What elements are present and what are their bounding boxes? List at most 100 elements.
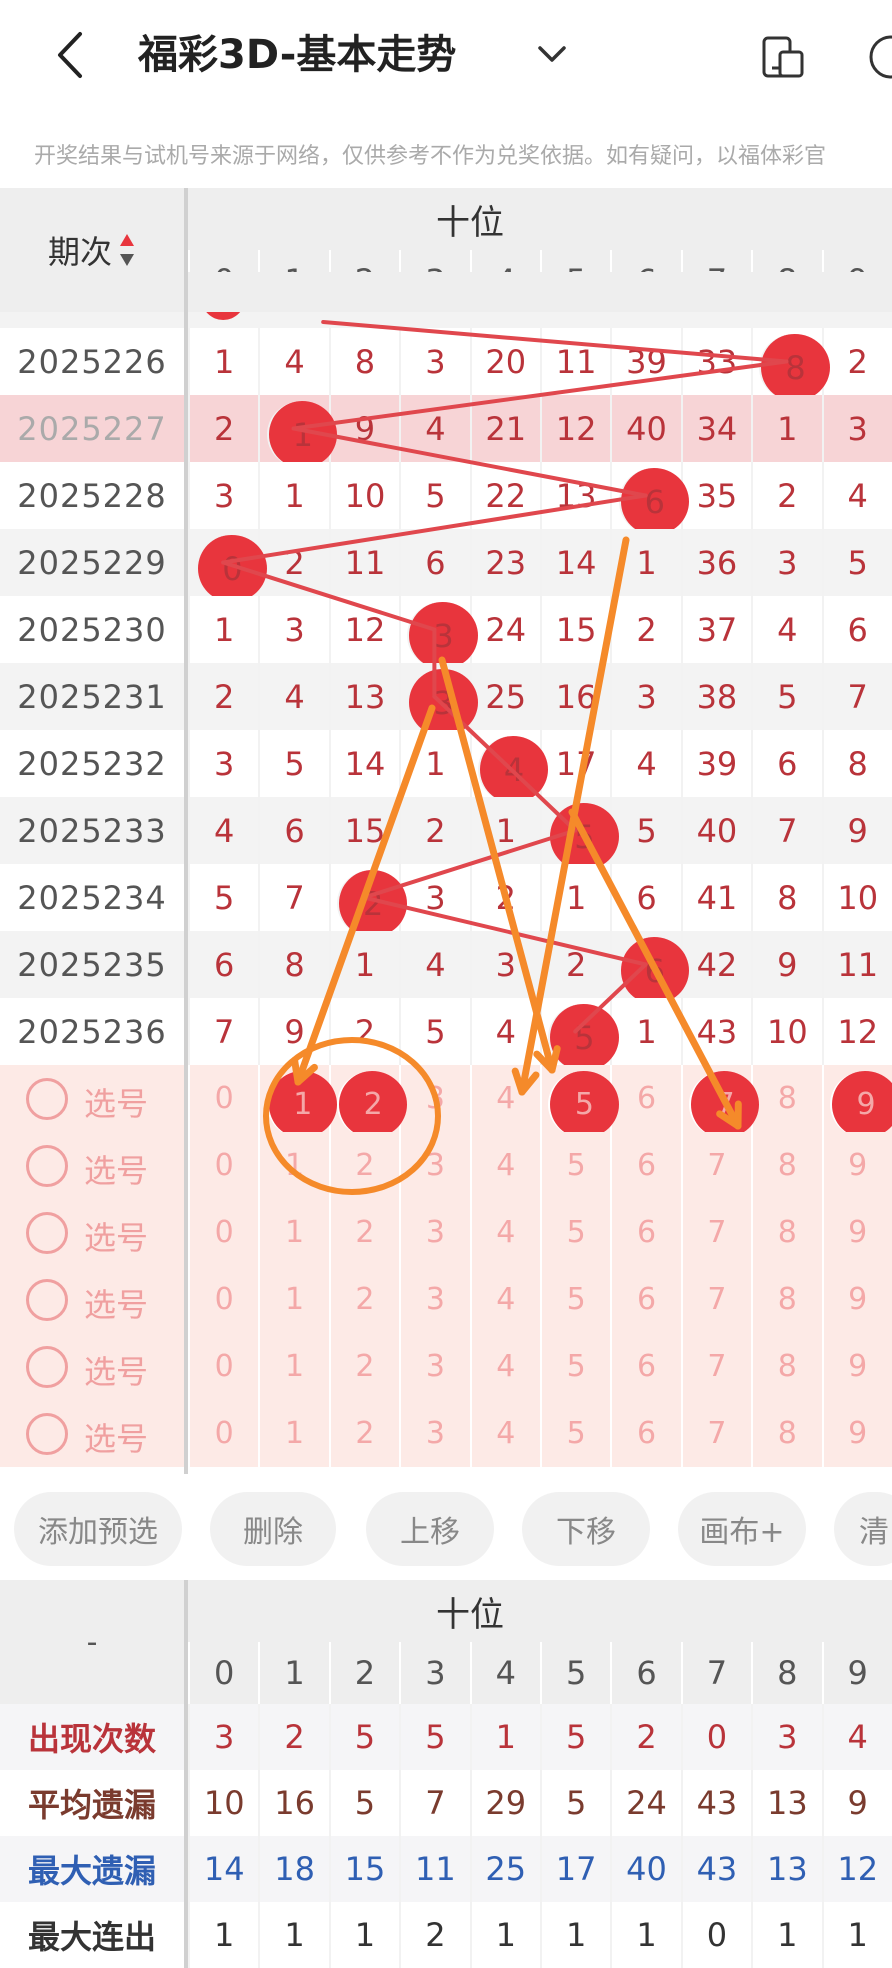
page-title[interactable]: 福彩3D-基本走势	[138, 30, 456, 80]
pick-radio[interactable]	[26, 1212, 68, 1254]
pick-cell[interactable]: 7	[680, 1199, 751, 1266]
pick-cell[interactable]: 8	[751, 1400, 821, 1467]
pick-cell[interactable]: 3	[399, 1400, 469, 1467]
selected-ball[interactable]: 2	[337, 1071, 408, 1138]
pick-cell[interactable]: 7	[680, 1400, 751, 1467]
toolbar-button-5[interactable]: 清	[834, 1492, 892, 1566]
table-row[interactable]: 2025230 1 3 12 3 24 15 2 37 4 6	[0, 596, 892, 669]
table-row[interactable]: 2025235 6 8 1 4 3 2 6 42 9 11	[0, 931, 892, 1004]
pick-cell[interactable]: 2	[328, 1266, 399, 1333]
toolbar-button-4[interactable]: 画布+	[678, 1492, 806, 1566]
table-row[interactable]: 2025234 5 7 2 3 2 1 6 41 8 10	[0, 864, 892, 937]
table-row[interactable]: 2025226 1 4 8 3 20 11 39 33 8 2	[0, 328, 892, 401]
pick-label[interactable]: 选号	[84, 1280, 148, 1326]
pick-cell[interactable]: 8	[751, 1065, 821, 1132]
pick-cell[interactable]: 1	[258, 1266, 328, 1333]
pick-cell[interactable]: 6	[610, 1199, 680, 1266]
pick-cell[interactable]: 2	[328, 1400, 399, 1467]
pick-cell[interactable]: 8	[751, 1266, 821, 1333]
pick-label[interactable]: 选号	[84, 1079, 148, 1125]
selected-ball[interactable]: 1	[266, 1071, 337, 1138]
chevron-down-icon[interactable]	[534, 40, 570, 70]
stats-cell: 25	[469, 1836, 540, 1902]
pick-cell[interactable]: 3	[399, 1333, 469, 1400]
table-row[interactable]: 2025229 0 2 11 6 23 14 1 36 3 5	[0, 529, 892, 602]
pick-cell[interactable]: 8	[751, 1132, 821, 1199]
pick-cell[interactable]: 7	[680, 1266, 751, 1333]
pick-cell[interactable]: 5	[539, 1400, 610, 1467]
table-row[interactable]: 2025227 2 1 9 4 21 12 40 34 1 3	[0, 395, 892, 468]
pick-cell[interactable]: 0	[188, 1333, 258, 1400]
pick-cell[interactable]: 5	[539, 1266, 610, 1333]
pick-cell[interactable]: 1	[258, 1400, 328, 1467]
table-row[interactable]: 2025232 3 5 14 1 4 17 4 39 6 8	[0, 730, 892, 803]
pick-cell[interactable]: 9	[821, 1266, 892, 1333]
pick-cell[interactable]: 6	[610, 1400, 680, 1467]
pick-cell[interactable]: 6	[610, 1266, 680, 1333]
pick-cell[interactable]: 4	[469, 1199, 540, 1266]
phone-icon[interactable]	[760, 34, 806, 80]
toolbar-button-2[interactable]: 上移	[366, 1492, 494, 1566]
pick-cell[interactable]: 3	[399, 1266, 469, 1333]
pick-cell[interactable]: 9	[821, 1333, 892, 1400]
selected-ball[interactable]: 9	[829, 1071, 892, 1138]
pick-radio[interactable]	[26, 1346, 68, 1388]
selected-ball[interactable]: 5	[548, 1071, 619, 1138]
pick-cell[interactable]: 0	[188, 1065, 258, 1132]
sort-icon[interactable]	[118, 232, 136, 268]
period-header[interactable]: 期次	[0, 188, 184, 312]
pick-label[interactable]: 选号	[84, 1146, 148, 1192]
pick-cell[interactable]: 2	[328, 1199, 399, 1266]
table-row[interactable]: 2025228 3 1 10 5 22 13 6 35 2 4	[0, 462, 892, 535]
pick-cell[interactable]: 0	[188, 1266, 258, 1333]
pick-cell[interactable]: 6	[610, 1333, 680, 1400]
table-row[interactable]: 2025233 4 6 15 2 1 5 5 40 7 9	[0, 797, 892, 870]
pick-radio[interactable]	[26, 1078, 68, 1120]
pick-cell[interactable]: 9	[821, 1400, 892, 1467]
pick-cell[interactable]: 5	[539, 1199, 610, 1266]
pick-cell[interactable]: 8	[751, 1333, 821, 1400]
pick-cell[interactable]: 2	[328, 1333, 399, 1400]
pick-radio[interactable]	[26, 1145, 68, 1187]
pick-cell[interactable]: 2	[328, 1132, 399, 1199]
pick-cell[interactable]: 6	[610, 1065, 680, 1132]
pick-cell[interactable]: 5	[539, 1132, 610, 1199]
pick-cell[interactable]: 1	[258, 1132, 328, 1199]
table-cell: 40	[680, 797, 751, 864]
pick-cell[interactable]: 1	[258, 1199, 328, 1266]
pick-cell[interactable]: 4	[469, 1266, 540, 1333]
pick-cell[interactable]: 4	[469, 1065, 540, 1132]
pick-cell[interactable]: 4	[469, 1333, 540, 1400]
toolbar-button-0[interactable]: 添加预选	[14, 1492, 182, 1566]
pick-cell[interactable]: 1	[258, 1333, 328, 1400]
table-row[interactable]: 2025236 7 9 2 5 4 5 1 43 10 12	[0, 998, 892, 1071]
back-icon[interactable]	[50, 30, 90, 80]
pick-cell[interactable]: 9	[821, 1132, 892, 1199]
pick-cell[interactable]: 7	[680, 1333, 751, 1400]
pick-cell[interactable]: 9	[821, 1199, 892, 1266]
pick-label[interactable]: 选号	[84, 1213, 148, 1259]
table-row[interactable]: 2025231 2 4 13 3 25 16 3 38 5 7	[0, 663, 892, 736]
pick-cell[interactable]: 8	[751, 1199, 821, 1266]
pick-cell[interactable]: 4	[469, 1132, 540, 1199]
pick-cell[interactable]: 3	[399, 1199, 469, 1266]
pick-cell[interactable]: 7	[680, 1132, 751, 1199]
pick-cell[interactable]: 5	[539, 1333, 610, 1400]
pick-radio[interactable]	[26, 1279, 68, 1321]
selected-ball[interactable]: 7	[689, 1071, 760, 1138]
pick-cell[interactable]: 6	[610, 1132, 680, 1199]
toolbar-button-3[interactable]: 下移	[522, 1492, 650, 1566]
pick-radio[interactable]	[26, 1413, 68, 1455]
pick-cell[interactable]: 3	[399, 1065, 469, 1132]
pick-label[interactable]: 选号	[84, 1347, 148, 1393]
table-cell: 6	[821, 596, 892, 663]
pick-cell[interactable]: 0	[188, 1132, 258, 1199]
pick-cell[interactable]: 0	[188, 1400, 258, 1467]
pick-cell[interactable]: 4	[469, 1400, 540, 1467]
pick-cell[interactable]: 3	[399, 1132, 469, 1199]
toolbar-button-1[interactable]: 删除	[210, 1492, 336, 1566]
pick-label[interactable]: 选号	[84, 1414, 148, 1460]
pick-cell[interactable]: 0	[188, 1199, 258, 1266]
circle-icon[interactable]	[868, 34, 892, 80]
pick-row: 选号 0 1 2 3 4 5 6 7 8 9	[0, 1266, 892, 1333]
